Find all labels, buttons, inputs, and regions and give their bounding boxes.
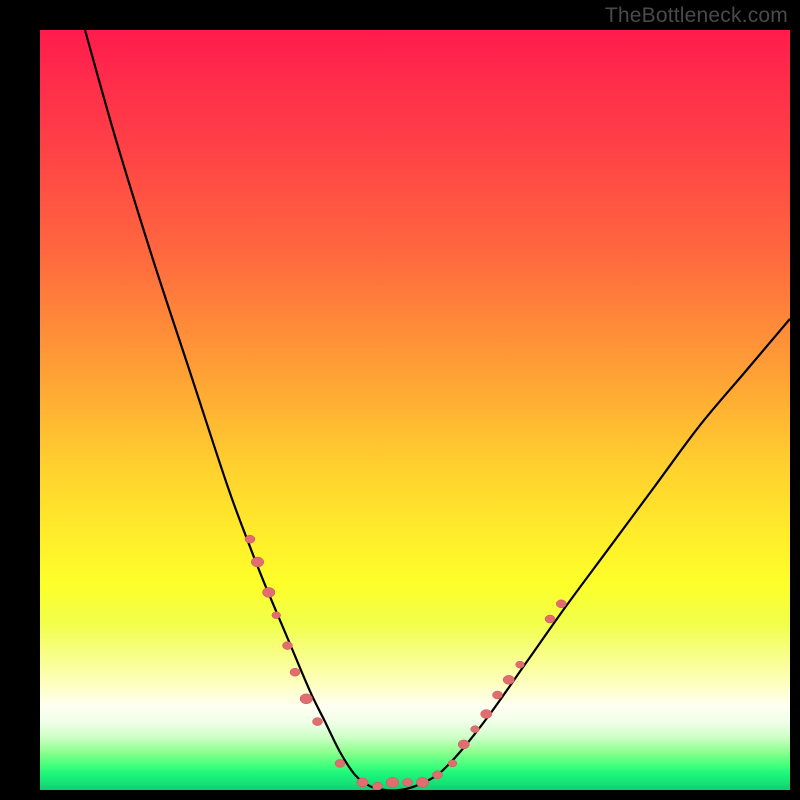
data-point (493, 691, 503, 699)
data-point (448, 760, 457, 767)
data-point (416, 777, 429, 787)
data-point (251, 557, 264, 567)
data-point (357, 778, 368, 787)
data-point (556, 600, 566, 608)
data-point (481, 710, 492, 719)
chart-stage: TheBottleneck.com (0, 0, 800, 800)
data-point (458, 740, 469, 749)
data-point (300, 694, 313, 704)
data-point (313, 718, 323, 726)
data-point (263, 587, 276, 597)
data-point (471, 726, 480, 733)
data-point (386, 777, 399, 787)
data-point (503, 675, 514, 684)
data-point (245, 535, 255, 543)
data-point (403, 778, 413, 786)
data-point (373, 782, 383, 790)
data-point-markers (40, 30, 790, 790)
data-point (290, 668, 300, 676)
watermark-text: TheBottleneck.com (605, 4, 788, 28)
data-point (433, 771, 443, 779)
data-point (272, 612, 281, 619)
data-point (545, 615, 555, 623)
plot-area (40, 30, 790, 790)
data-point (283, 642, 293, 650)
data-point (335, 759, 345, 767)
data-point (516, 661, 525, 668)
